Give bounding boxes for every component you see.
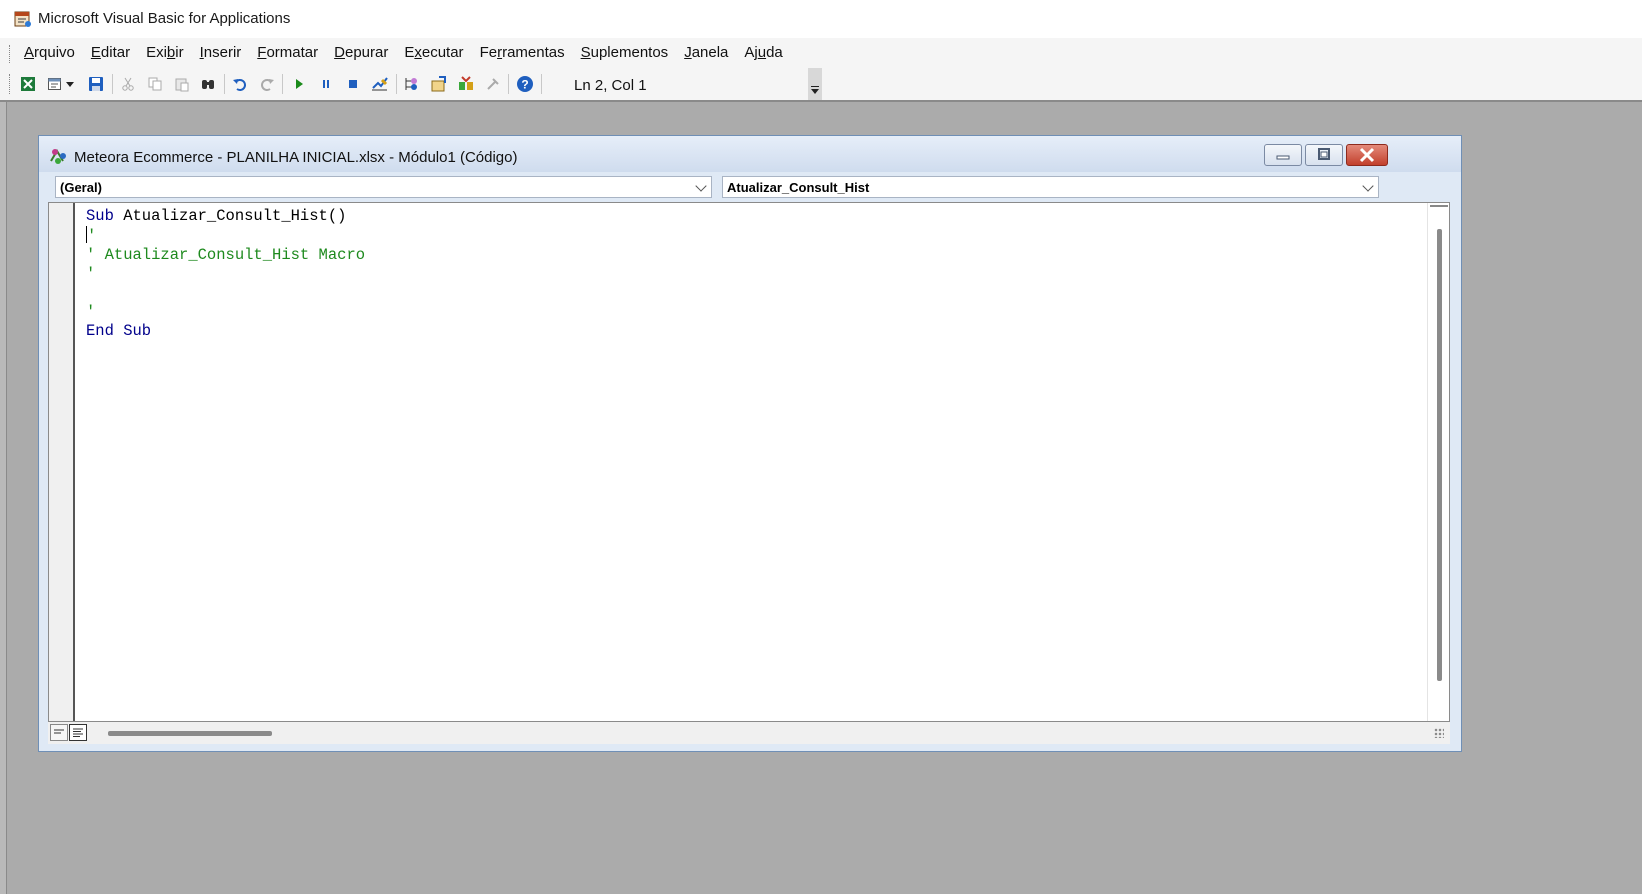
find-icon[interactable]: [199, 75, 217, 93]
copy-icon[interactable]: [146, 75, 164, 93]
excel-icon[interactable]: [19, 75, 37, 93]
code-window-bottom-bar: [48, 722, 1450, 744]
app-title: Microsoft Visual Basic for Applications: [38, 10, 291, 27]
menu-item-Formatar[interactable]: Formatar: [257, 44, 318, 61]
module-icon: [50, 149, 66, 164]
cut-icon[interactable]: [119, 75, 137, 93]
toolbar-options-button[interactable]: [808, 68, 822, 100]
split-bar[interactable]: [1430, 205, 1448, 207]
break-icon[interactable]: [317, 75, 335, 93]
close-button[interactable]: [1346, 144, 1388, 166]
menu-item-Janela[interactable]: Janela: [684, 44, 728, 61]
restore-button[interactable]: [1305, 144, 1343, 166]
design-mode-icon[interactable]: [371, 75, 389, 93]
code-line-4: ': [86, 265, 96, 283]
toolbar-separator: [396, 74, 397, 94]
properties-icon[interactable]: [430, 75, 448, 93]
close-icon: [1359, 147, 1375, 163]
chevron-down-icon: [1362, 180, 1374, 192]
workspace-border: [0, 100, 1642, 102]
toolbox-icon[interactable]: [484, 75, 502, 93]
object-combo[interactable]: (Geral): [55, 176, 712, 198]
menu-bar: Arquivo Editar Exibir Inserir Formatar Depura…: [0, 38, 1642, 68]
svg-text:?: ?: [521, 78, 528, 92]
horizontal-scroll-thumb[interactable]: [108, 731, 272, 736]
toolbar-separator: [541, 74, 542, 94]
menu-item-Ajuda[interactable]: Ajuda: [744, 44, 782, 61]
procedure-combo-value: Atualizar_Consult_Hist: [727, 180, 870, 195]
run-icon[interactable]: [290, 75, 308, 93]
breakpoint-margin[interactable]: [49, 203, 75, 721]
combo-row: (Geral) Atualizar_Consult_Hist: [39, 174, 1461, 200]
cursor-position: Ln 2, Col 1: [574, 77, 647, 94]
insert-module-icon[interactable]: [46, 75, 64, 93]
reset-icon[interactable]: [344, 75, 362, 93]
redo-icon[interactable]: [258, 75, 276, 93]
toolbar-grip[interactable]: [9, 74, 13, 94]
code-window-titlebar[interactable]: Meteora Ecommerce - PLANILHA INICIAL.xls…: [39, 136, 1461, 172]
menu-item-Ferramentas[interactable]: Ferramentas: [480, 44, 565, 61]
code-editor[interactable]: Sub Atualizar_Consult_Hist() ' ' Atualizar…: [48, 202, 1450, 722]
restore-icon: [1318, 148, 1330, 160]
toolbar-separator: [282, 74, 283, 94]
menu-item-Exibir[interactable]: Exibir: [146, 44, 184, 61]
code-window: Meteora Ecommerce - PLANILHA INICIAL.xls…: [38, 135, 1462, 752]
menu-item-Inserir[interactable]: Inserir: [200, 44, 242, 61]
standard-toolbar: ? Ln 2, Col 1: [0, 68, 822, 100]
vertical-scrollbar[interactable]: [1427, 203, 1449, 721]
chevron-down-icon[interactable]: [64, 75, 76, 93]
code-line-2: ': [86, 226, 97, 245]
minimize-button[interactable]: [1264, 144, 1302, 166]
project-explorer-icon[interactable]: [403, 75, 421, 93]
paste-icon[interactable]: [173, 75, 191, 93]
object-browser-icon[interactable]: [457, 75, 475, 93]
code-line-6: ': [86, 303, 96, 321]
help-icon[interactable]: ?: [516, 75, 534, 93]
menu-item-Suplementos[interactable]: Suplementos: [581, 44, 669, 61]
chevron-down-icon: [695, 180, 707, 192]
menu-item-Executar[interactable]: Executar: [404, 44, 463, 61]
menu-item-Editar[interactable]: Editar: [91, 44, 130, 61]
procedure-combo[interactable]: Atualizar_Consult_Hist: [722, 176, 1379, 198]
app-titlebar: Microsoft Visual Basic for Applications: [0, 0, 1642, 38]
menu-item-Arquivo[interactable]: Arquivo: [24, 44, 75, 61]
vba-app-icon: [14, 11, 31, 27]
procedure-view-icon: [54, 729, 64, 734]
menu-item-Depurar[interactable]: Depurar: [334, 44, 388, 61]
toolbar-separator: [112, 74, 113, 94]
code-line-3: ' Atualizar_Consult_Hist Macro: [86, 246, 366, 264]
toolbar-separator: [508, 74, 509, 94]
code-line-7: End Sub: [86, 322, 152, 340]
code-window-title: Meteora Ecommerce - PLANILHA INICIAL.xls…: [74, 149, 518, 166]
minimize-icon: [1276, 155, 1290, 160]
code-line-1: Sub Atualizar_Consult_Hist(): [86, 207, 347, 225]
procedure-view-button[interactable]: [50, 724, 68, 741]
object-combo-value: (Geral): [60, 180, 102, 195]
undo-icon[interactable]: [231, 75, 249, 93]
full-module-view-button[interactable]: [69, 724, 87, 741]
menu-items: Arquivo Editar Exibir Inserir Formatar Depura…: [24, 44, 799, 61]
code-lines[interactable]: Sub Atualizar_Consult_Hist() ' ' Atualizar…: [86, 207, 365, 341]
toolbar-separator: [224, 74, 225, 94]
menubar-grip[interactable]: [9, 45, 13, 63]
full-module-view-icon: [73, 728, 83, 737]
vertical-scroll-thumb[interactable]: [1437, 229, 1442, 681]
resize-grip-icon[interactable]: [1434, 728, 1444, 738]
toolbar-area: [822, 68, 1642, 100]
workspace-left-edge: [0, 102, 7, 894]
save-icon[interactable]: [87, 75, 105, 93]
